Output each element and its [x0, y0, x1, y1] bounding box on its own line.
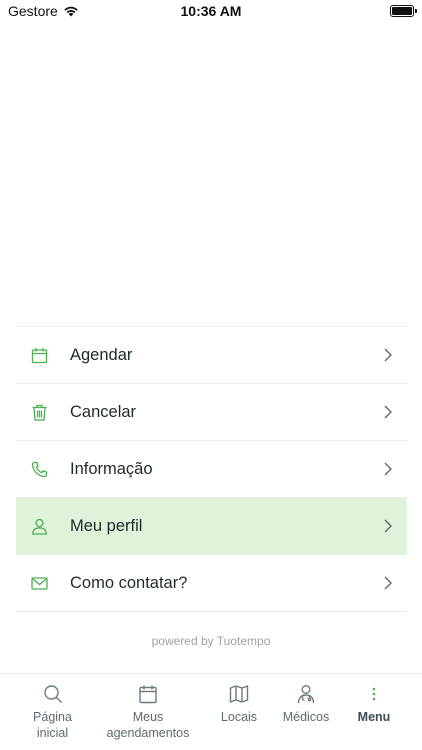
chevron-right-icon [384, 462, 392, 476]
clock: 10:36 AM [180, 3, 242, 19]
status-bar: Gestore 10:36 AM [0, 0, 422, 22]
tab-label: Médicos [282, 710, 330, 724]
menu-item-label: Informação [70, 459, 153, 478]
chevron-right-icon [384, 519, 392, 533]
menu-item-informacao[interactable]: Informação [16, 441, 407, 498]
menu-item-label: Cancelar [70, 402, 137, 421]
menu-item-como-contatar[interactable]: Como contatar? [16, 555, 407, 612]
tab-meus-agendamentos[interactable]: Meus agendamentos [98, 674, 198, 750]
menu-item-label: Meu perfil [70, 516, 143, 535]
calendar-icon [30, 346, 48, 364]
tab-label: Menu [357, 710, 391, 724]
tab-pagina-inicial[interactable]: Página inicial [5, 674, 100, 750]
doctor-icon [297, 685, 315, 704]
mail-icon [30, 574, 48, 592]
tab-label: Página inicial [33, 710, 72, 740]
menu-item-label: Agendar [70, 345, 133, 364]
chevron-right-icon [384, 576, 392, 590]
tab-menu[interactable]: Menu [336, 674, 412, 750]
menu-item-agendar[interactable]: Agendar [16, 327, 407, 384]
more-vertical-icon [372, 687, 376, 701]
phone-icon [30, 460, 48, 478]
powered-by-text: powered by Tuotempo [151, 634, 271, 648]
chevron-right-icon [384, 405, 392, 419]
menu-item-label: Como contatar? [70, 573, 188, 592]
search-icon [43, 685, 62, 703]
calendar-icon [139, 685, 157, 704]
menu-item-cancelar[interactable]: Cancelar [16, 384, 407, 441]
tab-bar: Página inicial Meus agendamentos Locais … [0, 673, 422, 750]
map-icon [229, 685, 249, 703]
menu-item-meu-perfil[interactable]: Meu perfil [16, 498, 407, 555]
user-icon [30, 517, 48, 535]
menu-list: Agendar Cancelar Informação Meu perfil C… [16, 326, 407, 612]
battery-icon [390, 5, 417, 17]
trash-icon [30, 403, 48, 421]
chevron-right-icon [384, 348, 392, 362]
tab-label: Meus agendamentos [106, 710, 190, 740]
tab-medicos[interactable]: Médicos [266, 674, 346, 750]
